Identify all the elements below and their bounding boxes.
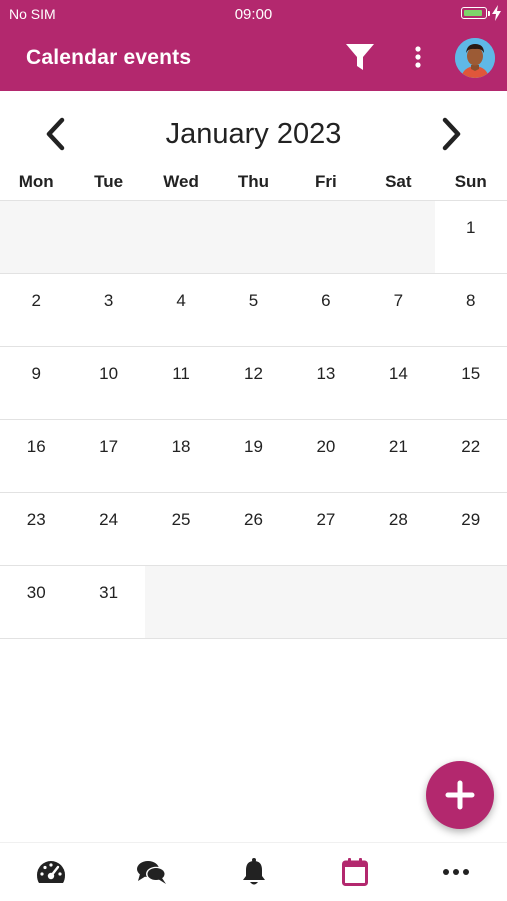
calendar-day[interactable]: 13 bbox=[290, 347, 362, 419]
more-vertical-icon[interactable] bbox=[405, 42, 431, 72]
calendar-day[interactable]: 22 bbox=[435, 420, 507, 492]
calendar-day[interactable]: 6 bbox=[290, 274, 362, 346]
calendar-icon bbox=[341, 858, 368, 886]
calendar-empty-cell bbox=[289, 201, 363, 273]
nav-messages[interactable] bbox=[101, 843, 202, 901]
plus-icon bbox=[445, 780, 475, 810]
calendar-empty-cell bbox=[217, 566, 290, 638]
calendar-day[interactable]: 20 bbox=[290, 420, 362, 492]
calendar-day[interactable]: 1 bbox=[435, 201, 507, 273]
calendar-empty-cell bbox=[0, 201, 73, 273]
month-navigation: January 2023 bbox=[0, 101, 507, 167]
calendar-empty-cell bbox=[217, 201, 290, 273]
user-avatar[interactable] bbox=[455, 38, 495, 78]
nav-dashboard[interactable] bbox=[0, 843, 101, 901]
calendar-week-row: 1 bbox=[0, 200, 507, 273]
charging-bolt-icon bbox=[492, 5, 501, 21]
calendar-week-row: 30 31 bbox=[0, 565, 507, 639]
calendar-day[interactable]: 3 bbox=[72, 274, 144, 346]
weekday-label: Mon bbox=[18, 172, 54, 191]
app-header: No SIM 09:00 Calendar events bbox=[0, 0, 507, 91]
page-title: Calendar events bbox=[26, 46, 192, 69]
calendar-empty-cell bbox=[72, 201, 145, 273]
calendar-week-row: 2345678 bbox=[0, 273, 507, 346]
calendar-day[interactable]: 26 bbox=[217, 493, 289, 565]
calendar-day[interactable]: 28 bbox=[362, 493, 434, 565]
calendar-day[interactable]: 10 bbox=[72, 347, 144, 419]
calendar-empty-cell bbox=[362, 201, 435, 273]
more-horizontal-icon bbox=[443, 869, 470, 875]
calendar-day[interactable]: 31 bbox=[72, 566, 144, 638]
calendar-empty-cell bbox=[144, 201, 218, 273]
status-bar: No SIM 09:00 bbox=[0, 0, 507, 28]
add-event-button[interactable] bbox=[426, 761, 494, 829]
weekday-label: Tue bbox=[94, 172, 124, 191]
calendar-day[interactable]: 11 bbox=[145, 347, 217, 419]
nav-calendar[interactable] bbox=[304, 843, 405, 901]
calendar-day[interactable]: 9 bbox=[0, 347, 72, 419]
bottom-navigation bbox=[0, 842, 507, 901]
weekday-label: Fri bbox=[315, 172, 337, 191]
calendar-empty-cell bbox=[289, 566, 363, 638]
nav-more[interactable] bbox=[406, 843, 507, 901]
calendar-day[interactable]: 16 bbox=[0, 420, 72, 492]
calendar-day[interactable]: 15 bbox=[435, 347, 507, 419]
bell-icon bbox=[242, 858, 265, 885]
calendar-day[interactable]: 12 bbox=[217, 347, 289, 419]
weekday-label: Wed bbox=[163, 172, 199, 191]
nav-notifications[interactable] bbox=[203, 843, 304, 901]
clock: 09:00 bbox=[234, 6, 273, 23]
calendar-grid: 1 2 3 4 5 6 7 8 9 10 11 12 13 14 15 16 17 18 19 20 21 22 23 24 2… bbox=[0, 200, 507, 639]
calendar-day[interactable]: 24 bbox=[72, 493, 144, 565]
month-title: January 2023 bbox=[165, 118, 342, 150]
calendar-day[interactable]: 21 bbox=[362, 420, 434, 492]
calendar-day[interactable]: 14 bbox=[362, 347, 434, 419]
calendar-day[interactable]: 5 bbox=[217, 274, 289, 346]
dashboard-icon bbox=[36, 861, 65, 883]
calendar-empty-cell bbox=[362, 566, 435, 638]
chat-icon bbox=[137, 861, 167, 884]
weekday-label: Sun bbox=[454, 172, 487, 191]
calendar-empty-cell bbox=[434, 566, 507, 638]
weekday-label: Thu bbox=[237, 172, 270, 191]
calendar-day[interactable]: 8 bbox=[435, 274, 507, 346]
calendar-day[interactable]: 17 bbox=[72, 420, 144, 492]
calendar-week-row: 9 10 11 12 13 14 15 bbox=[0, 346, 507, 419]
calendar-day[interactable]: 2 bbox=[0, 274, 72, 346]
calendar-week-row: 16 17 18 19 20 21 22 bbox=[0, 419, 507, 492]
calendar-day[interactable]: 4 bbox=[145, 274, 217, 346]
chevron-right-icon[interactable] bbox=[437, 115, 467, 153]
calendar-day[interactable]: 7 bbox=[362, 274, 434, 346]
calendar-day[interactable]: 27 bbox=[290, 493, 362, 565]
calendar-day[interactable]: 30 bbox=[0, 566, 72, 638]
battery-icon bbox=[461, 7, 490, 19]
filter-icon[interactable] bbox=[343, 40, 377, 74]
weekday-header: Mon Tue Wed Thu Fri Sat Sun bbox=[0, 172, 507, 196]
calendar-day[interactable]: 25 bbox=[145, 493, 217, 565]
calendar-empty-cell bbox=[144, 566, 218, 638]
calendar-day[interactable]: 19 bbox=[217, 420, 289, 492]
calendar-day[interactable]: 29 bbox=[435, 493, 507, 565]
avatar-person-icon bbox=[455, 38, 495, 78]
calendar-week-row: 23 24 25 26 27 28 29 bbox=[0, 492, 507, 565]
weekday-label: Sat bbox=[385, 172, 412, 191]
calendar-day[interactable]: 23 bbox=[0, 493, 72, 565]
calendar-day[interactable]: 18 bbox=[145, 420, 217, 492]
